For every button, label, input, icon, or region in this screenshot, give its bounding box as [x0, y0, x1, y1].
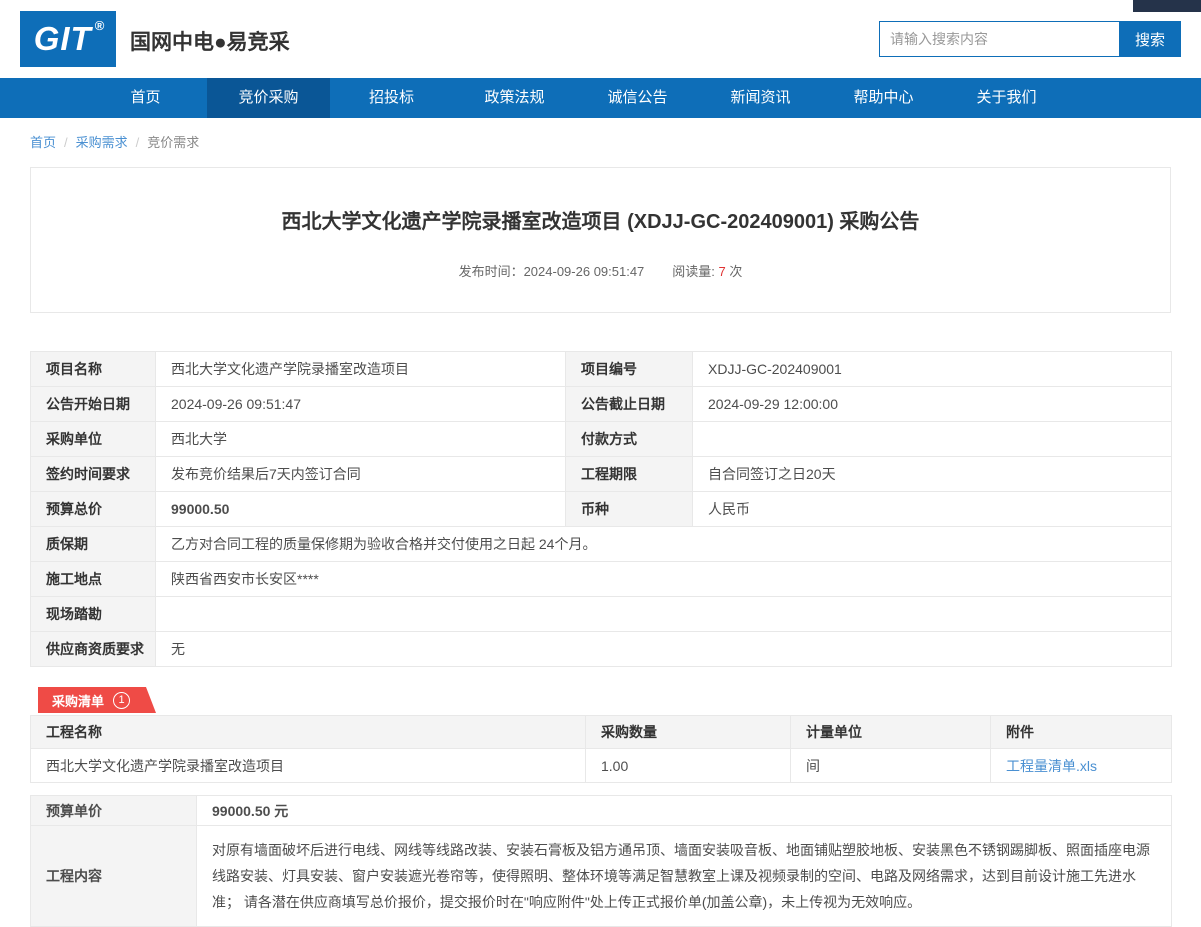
field-value: 无	[156, 632, 1172, 667]
info-row: 预算总价 99000.50 币种 人民币	[31, 492, 1172, 527]
info-row: 质保期 乙方对合同工程的质量保修期为验收合格并交付使用之日起 24个月。	[31, 527, 1172, 562]
field-label: 付款方式	[566, 422, 693, 457]
main-nav: 首页 竞价采购 招投标 政策法规 诚信公告 新闻资讯 帮助中心 关于我们	[0, 78, 1201, 118]
breadcrumb-current: 竞价需求	[147, 135, 199, 150]
item-unit: 间	[791, 749, 991, 783]
search-group: 搜索	[879, 21, 1181, 57]
views-unit: 次	[729, 264, 742, 279]
purchase-list-table: 工程名称 采购数量 计量单位 附件 西北大学文化遗产学院录播室改造项目 1.00…	[30, 715, 1172, 783]
field-value: 自合同签订之日20天	[693, 457, 1172, 492]
info-row: 签约时间要求 发布竞价结果后7天内签订合同 工程期限 自合同签订之日20天	[31, 457, 1172, 492]
field-value	[693, 422, 1172, 457]
nav-item-help[interactable]: 帮助中心	[822, 78, 945, 118]
field-label: 币种	[566, 492, 693, 527]
topbar-corner-block	[1133, 0, 1201, 12]
field-value	[156, 597, 1172, 632]
breadcrumb-link-home[interactable]: 首页	[30, 135, 56, 150]
breadcrumb: 首页 / 采购需求 / 竞价需求	[0, 118, 1201, 163]
views-label: 阅读量:	[672, 264, 715, 279]
budget-total-value: 99000.50	[156, 492, 566, 527]
search-button[interactable]: 搜索	[1119, 21, 1181, 57]
page-title: 西北大学文化遗产学院录播室改造项目 (XDJJ-GC-202409001) 采购…	[71, 205, 1130, 234]
field-label: 预算单价	[31, 796, 197, 826]
column-header-attachment: 附件	[991, 716, 1172, 749]
field-label: 签约时间要求	[31, 457, 156, 492]
work-content-row: 工程内容 对原有墙面破坏后进行电线、网线等线路改装、安装石膏板及铝方通吊顶、墙面…	[31, 826, 1172, 927]
unit-price-row: 预算单价 99000.50 元	[31, 796, 1172, 826]
field-value: XDJJ-GC-202409001	[693, 352, 1172, 387]
purchase-list-tag: 采购清单 1	[38, 687, 156, 713]
info-row: 公告开始日期 2024-09-26 09:51:47 公告截止日期 2024-0…	[31, 387, 1172, 422]
field-value: 人民币	[693, 492, 1172, 527]
info-row: 施工地点 陕西省西安市长安区****	[31, 562, 1172, 597]
table-row: 西北大学文化遗产学院录播室改造项目 1.00 间 工程量清单.xls	[31, 749, 1172, 783]
field-value: 西北大学文化遗产学院录播室改造项目	[156, 352, 566, 387]
breadcrumb-link-purchase-demand[interactable]: 采购需求	[76, 135, 128, 150]
info-row: 采购单位 西北大学 付款方式	[31, 422, 1172, 457]
nav-item-bidding-purchase[interactable]: 竞价采购	[207, 78, 330, 118]
page-header: GIT® 国网中电●易竞采 搜索	[0, 0, 1201, 78]
field-label: 现场踏勘	[31, 597, 156, 632]
announcement-card: 西北大学文化遗产学院录播室改造项目 (XDJJ-GC-202409001) 采购…	[30, 167, 1171, 313]
work-content-text: 对原有墙面破坏后进行电线、网线等线路改装、安装石膏板及铝方通吊顶、墙面安装吸音板…	[197, 826, 1172, 927]
field-label: 公告开始日期	[31, 387, 156, 422]
field-value: 2024-09-29 12:00:00	[693, 387, 1172, 422]
field-label: 工程期限	[566, 457, 693, 492]
site-brand-title: 国网中电●易竞采	[130, 26, 290, 56]
field-label: 项目名称	[31, 352, 156, 387]
nav-item-policy[interactable]: 政策法规	[453, 78, 576, 118]
project-info-table: 项目名称 西北大学文化遗产学院录播室改造项目 项目编号 XDJJ-GC-2024…	[30, 351, 1172, 667]
nav-item-news[interactable]: 新闻资讯	[699, 78, 822, 118]
field-value: 西北大学	[156, 422, 566, 457]
field-value: 发布竞价结果后7天内签订合同	[156, 457, 566, 492]
table-header-row: 工程名称 采购数量 计量单位 附件	[31, 716, 1172, 749]
nav-item-about[interactable]: 关于我们	[945, 78, 1068, 118]
field-label: 预算总价	[31, 492, 156, 527]
logo-text: GIT	[34, 20, 92, 58]
publish-time-label: 发布时间：	[459, 264, 524, 279]
price-content-table: 预算单价 99000.50 元 工程内容 对原有墙面破坏后进行电线、网线等线路改…	[30, 795, 1172, 927]
item-name: 西北大学文化遗产学院录播室改造项目	[31, 749, 586, 783]
field-label: 公告截止日期	[566, 387, 693, 422]
breadcrumb-separator: /	[136, 135, 140, 150]
field-label: 工程内容	[31, 826, 197, 927]
column-header-unit: 计量单位	[791, 716, 991, 749]
site-logo[interactable]: GIT®	[20, 11, 116, 67]
field-label: 项目编号	[566, 352, 693, 387]
info-row: 项目名称 西北大学文化遗产学院录播室改造项目 项目编号 XDJJ-GC-2024…	[31, 352, 1172, 387]
info-row: 现场踏勘	[31, 597, 1172, 632]
field-label: 采购单位	[31, 422, 156, 457]
nav-item-integrity[interactable]: 诚信公告	[576, 78, 699, 118]
field-label: 供应商资质要求	[31, 632, 156, 667]
views-count: 7	[719, 264, 726, 279]
attachment-link[interactable]: 工程量清单.xls	[1006, 758, 1097, 774]
nav-item-home[interactable]: 首页	[84, 78, 207, 118]
column-header-project-name: 工程名称	[31, 716, 586, 749]
field-value: 乙方对合同工程的质量保修期为验收合格并交付使用之日起 24个月。	[156, 527, 1172, 562]
registered-mark-icon: ®	[95, 18, 106, 33]
info-row: 供应商资质要求 无	[31, 632, 1172, 667]
search-input[interactable]	[879, 21, 1119, 57]
announcement-meta: 发布时间：2024-09-26 09:51:47 阅读量: 7 次	[71, 261, 1130, 280]
publish-time-value: 2024-09-26 09:51:47	[524, 264, 645, 279]
purchase-list-count-badge: 1	[113, 692, 130, 709]
field-value: 2024-09-26 09:51:47	[156, 387, 566, 422]
field-label: 施工地点	[31, 562, 156, 597]
field-value: 陕西省西安市长安区****	[156, 562, 1172, 597]
field-label: 质保期	[31, 527, 156, 562]
nav-item-tender[interactable]: 招投标	[330, 78, 453, 118]
purchase-list-tag-label: 采购清单	[52, 691, 104, 710]
breadcrumb-separator: /	[64, 135, 68, 150]
column-header-quantity: 采购数量	[586, 716, 791, 749]
unit-price-value: 99000.50 元	[197, 796, 1172, 826]
item-quantity: 1.00	[586, 749, 791, 783]
